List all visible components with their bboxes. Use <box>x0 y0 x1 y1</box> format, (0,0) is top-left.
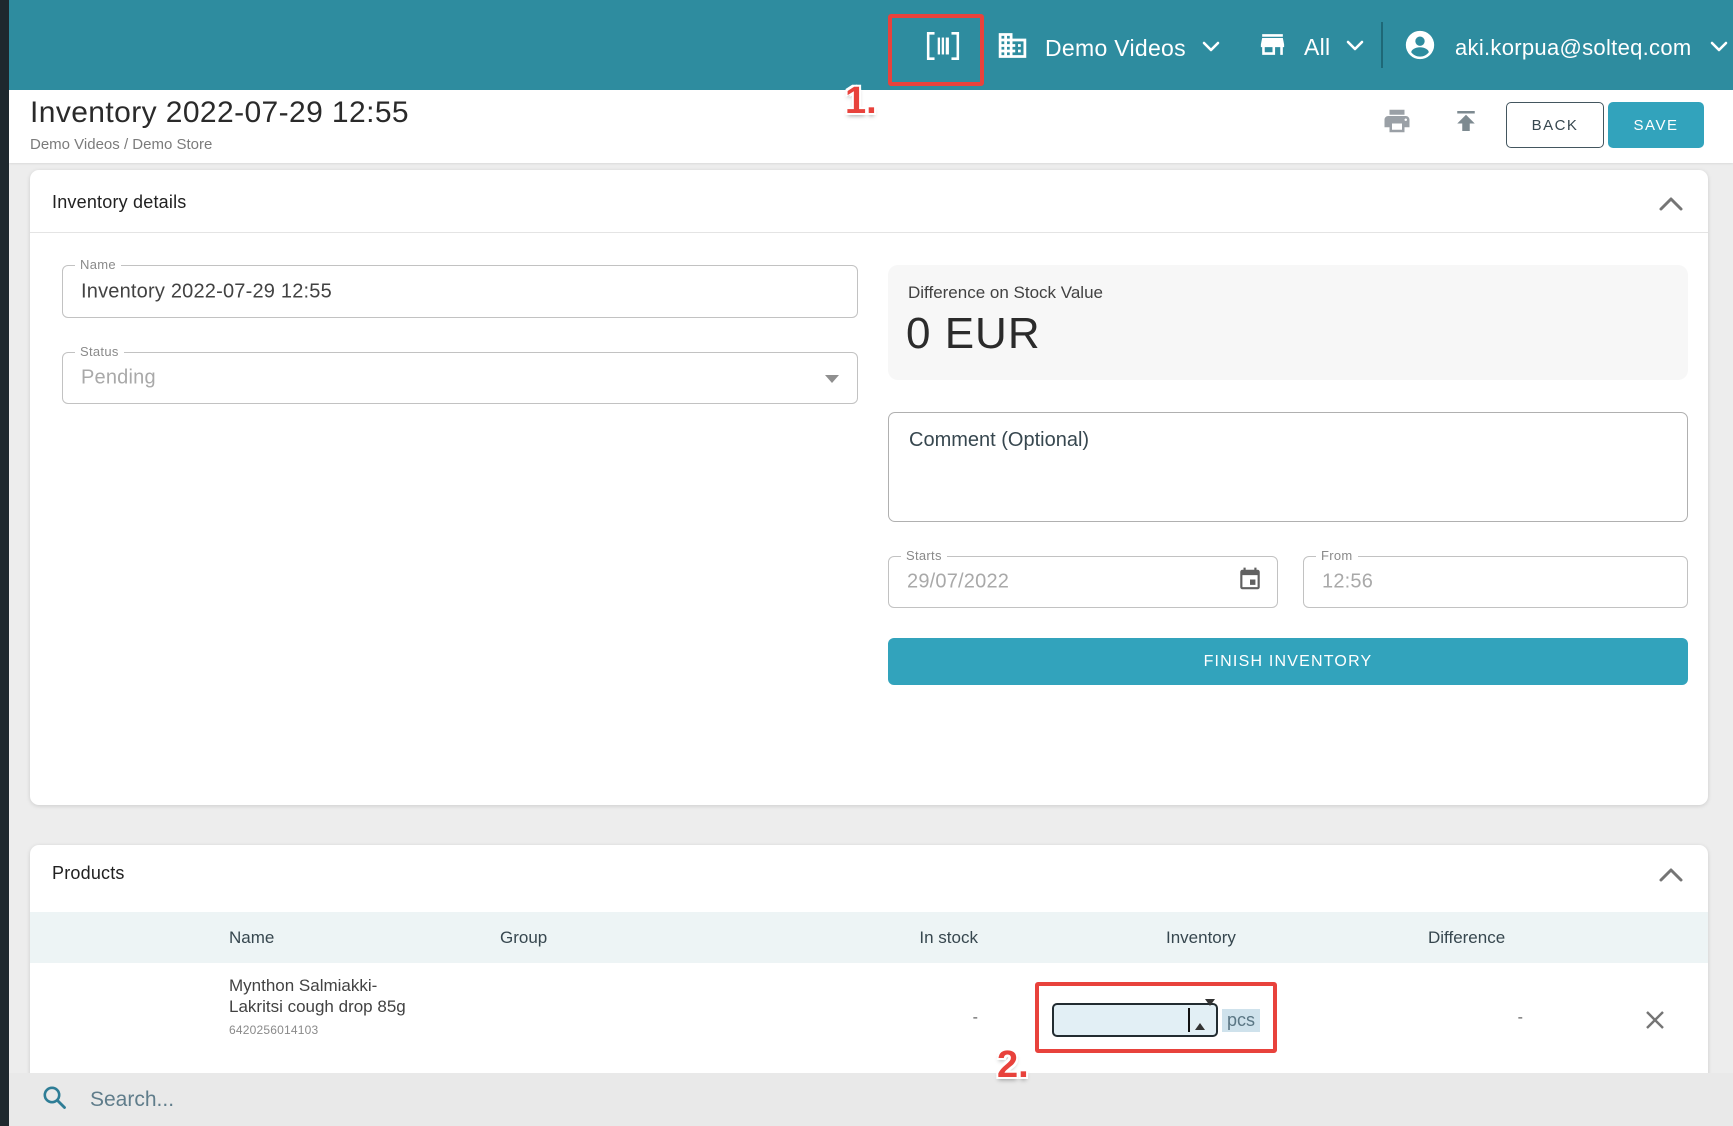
difference-panel: Difference on Stock Value 0 EUR <box>888 265 1688 380</box>
number-spinner[interactable] <box>1195 1006 1213 1034</box>
store-selector-label: All <box>1304 34 1330 61</box>
product-name-cell: Mynthon Salmiakki-Lakritsi cough drop 85… <box>229 975 411 1041</box>
company-selector-label: Demo Videos <box>1045 35 1186 62</box>
products-table-header: Name Group In stock Inventory Difference <box>30 912 1708 963</box>
collapse-details-button[interactable] <box>1658 196 1684 215</box>
difference-cell-value: - <box>1428 1009 1523 1027</box>
spinner-up-icon <box>1195 1006 1205 1030</box>
inventory-details-card: Inventory details Name Inventory 2022-07… <box>30 170 1708 805</box>
unit-label: pcs <box>1222 1009 1260 1032</box>
section-divider <box>30 232 1708 233</box>
barcode-scan-button[interactable] <box>925 30 961 65</box>
calendar-icon[interactable] <box>1237 567 1263 598</box>
starts-field-label: Starts <box>901 548 947 563</box>
chevron-down-icon <box>1710 39 1728 57</box>
upload-button[interactable] <box>1451 106 1481 139</box>
difference-value: 0 EUR <box>906 309 1041 359</box>
save-button[interactable]: SAVE <box>1608 102 1704 148</box>
print-icon <box>1382 124 1412 139</box>
close-icon <box>1642 1021 1668 1036</box>
product-name: Mynthon Salmiakki-Lakritsi cough drop 85… <box>229 976 406 1016</box>
user-menu[interactable]: aki.korpua@solteq.com <box>1403 28 1728 67</box>
status-field-label: Status <box>75 344 124 359</box>
in-stock-value: - <box>868 1009 978 1027</box>
column-header-inventory: Inventory <box>1166 912 1236 963</box>
store-selector[interactable]: All <box>1257 29 1364 65</box>
search-icon <box>41 1084 68 1116</box>
breadcrumb: Demo Videos / Demo Store <box>30 136 212 153</box>
comment-label: Comment (Optional) <box>909 429 1089 452</box>
screen: Demo Videos All <box>0 0 1733 1126</box>
company-building-icon <box>996 29 1029 67</box>
product-barcode: 6420256014103 <box>229 1020 411 1041</box>
page-title: Inventory 2022-07-29 12:55 <box>30 96 409 130</box>
from-time-field[interactable]: From 12:56 <box>1303 556 1688 608</box>
header-divider <box>1381 22 1383 68</box>
comment-textarea[interactable]: Comment (Optional) <box>888 412 1688 522</box>
from-field-value: 12:56 <box>1322 571 1373 594</box>
upload-icon <box>1451 124 1481 139</box>
search-input[interactable] <box>90 1088 590 1112</box>
user-avatar-icon <box>1403 28 1437 67</box>
name-field[interactable]: Name Inventory 2022-07-29 12:55 <box>62 265 858 318</box>
back-button[interactable]: BACK <box>1506 102 1604 148</box>
user-email: aki.korpua@solteq.com <box>1455 35 1692 61</box>
window-edge-strip <box>0 0 9 1126</box>
name-field-value: Inventory 2022-07-29 12:55 <box>81 280 332 303</box>
starts-date-field[interactable]: Starts 29/07/2022 <box>888 556 1278 608</box>
chevron-up-icon <box>1658 200 1684 215</box>
column-header-difference: Difference <box>1428 912 1505 963</box>
print-button[interactable] <box>1382 106 1412 139</box>
product-row: Mynthon Salmiakki-Lakritsi cough drop 85… <box>30 963 1708 1073</box>
column-header-name: Name <box>229 912 274 963</box>
column-header-in-stock: In stock <box>860 912 978 963</box>
chevron-down-icon <box>1346 38 1364 56</box>
app-header: Demo Videos All <box>9 0 1733 90</box>
dropdown-caret-icon <box>825 375 839 383</box>
spinner-down-icon <box>1205 999 1215 1023</box>
finish-inventory-button[interactable]: FINISH INVENTORY <box>888 638 1688 685</box>
difference-label: Difference on Stock Value <box>908 283 1103 303</box>
from-field-label: From <box>1316 548 1358 563</box>
starts-field-value: 29/07/2022 <box>907 571 1009 594</box>
column-header-group: Group <box>500 912 547 963</box>
status-select[interactable]: Status Pending <box>62 352 858 404</box>
status-field-value: Pending <box>81 367 156 390</box>
chevron-down-icon <box>1202 39 1220 57</box>
name-field-label: Name <box>75 257 121 272</box>
collapse-products-button[interactable] <box>1658 867 1684 886</box>
chevron-up-icon <box>1658 871 1684 886</box>
product-search-bar <box>9 1073 1733 1126</box>
products-title: Products <box>52 863 125 884</box>
text-caret <box>1188 1008 1190 1032</box>
remove-product-button[interactable] <box>1642 1007 1668 1036</box>
inventory-details-title: Inventory details <box>52 192 186 213</box>
store-icon <box>1257 29 1288 65</box>
company-selector[interactable]: Demo Videos <box>996 29 1220 67</box>
barcode-icon <box>925 50 961 65</box>
page-titlebar: Inventory 2022-07-29 12:55 Demo Videos /… <box>9 90 1733 163</box>
inventory-quantity-input[interactable] <box>1052 1003 1218 1037</box>
